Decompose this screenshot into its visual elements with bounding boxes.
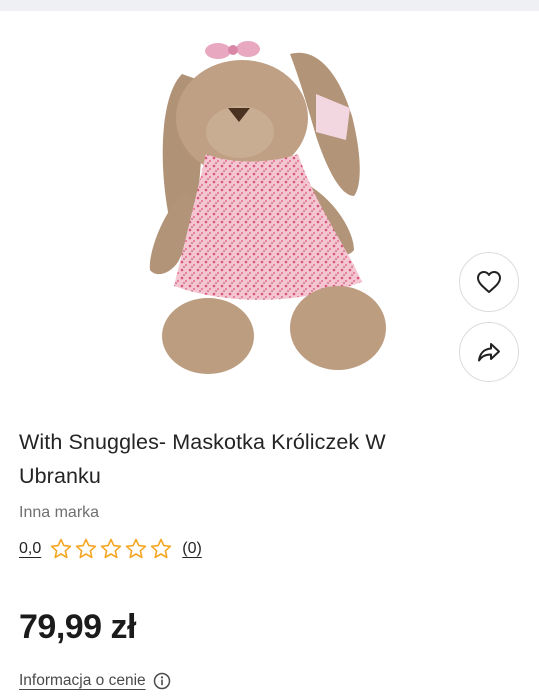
product-title-line-1: With Snuggles- Maskotka Króliczek W bbox=[19, 430, 386, 454]
star-icon bbox=[126, 538, 147, 559]
product-title-line-2: Ubranku bbox=[19, 464, 101, 488]
star-icon bbox=[101, 538, 122, 559]
heart-icon bbox=[477, 271, 501, 293]
price: 79,99 zł bbox=[19, 608, 136, 646]
rating-row[interactable]: 0,0 (0) bbox=[19, 537, 202, 561]
info-icon[interactable] bbox=[153, 672, 171, 690]
star-icon bbox=[51, 538, 72, 559]
star-icon bbox=[151, 538, 172, 559]
star-icon bbox=[76, 538, 97, 559]
rating-stars bbox=[49, 537, 173, 561]
share-arrow-icon bbox=[478, 343, 500, 362]
product-image[interactable] bbox=[140, 36, 400, 382]
price-info[interactable]: Informacja o cenie bbox=[19, 670, 171, 692]
top-strip bbox=[0, 0, 539, 11]
favorite-button[interactable] bbox=[459, 252, 519, 312]
brand-label[interactable]: Inna marka bbox=[19, 503, 99, 523]
price-info-link[interactable]: Informacja o cenie bbox=[19, 672, 146, 690]
share-button[interactable] bbox=[459, 322, 519, 382]
rating-value[interactable]: 0,0 bbox=[19, 540, 41, 558]
rating-count[interactable]: (0) bbox=[182, 540, 202, 558]
product-title: With Snuggles- Maskotka Króliczek W Ubra… bbox=[19, 425, 489, 493]
